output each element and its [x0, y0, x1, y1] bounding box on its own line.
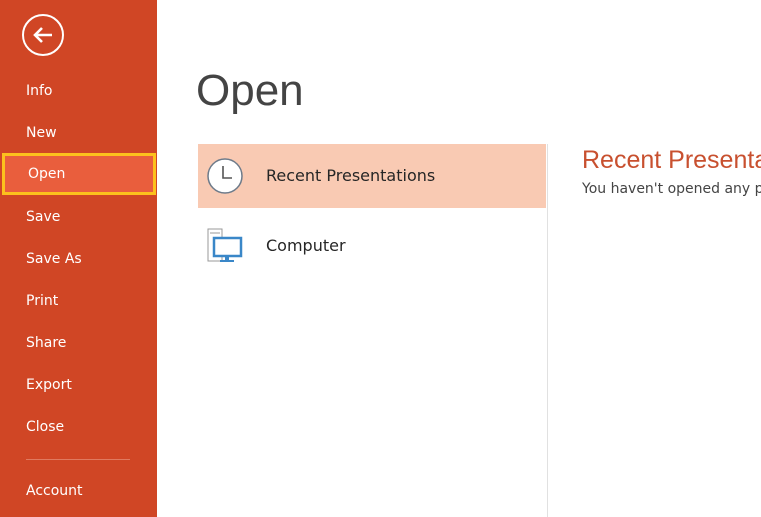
place-label: Computer — [266, 236, 346, 255]
sidebar-divider — [26, 459, 130, 460]
nav-print[interactable]: Print — [0, 280, 157, 322]
clock-icon — [207, 158, 243, 194]
nav-open[interactable]: Open — [2, 153, 156, 195]
nav-new[interactable]: New — [0, 112, 157, 154]
backstage-sidebar: Info New Open Save Save As Print Share E… — [0, 0, 157, 517]
nav-account[interactable]: Account — [0, 470, 157, 512]
back-button[interactable] — [22, 14, 64, 56]
place-recent-presentations[interactable]: Recent Presentations — [198, 144, 546, 208]
panel-heading: Recent Presentations — [582, 146, 761, 174]
page-title: Open — [196, 66, 304, 115]
back-arrow-icon — [33, 27, 52, 43]
nav-close[interactable]: Close — [0, 406, 157, 448]
nav-info[interactable]: Info — [0, 70, 157, 112]
open-places-list: Recent Presentations Computer — [198, 144, 548, 517]
nav-save-as[interactable]: Save As — [0, 238, 157, 280]
computer-icon — [207, 228, 243, 262]
nav-share[interactable]: Share — [0, 322, 157, 364]
nav-save[interactable]: Save — [0, 196, 157, 238]
nav-export[interactable]: Export — [0, 364, 157, 406]
place-computer[interactable]: Computer — [198, 214, 546, 278]
place-label: Recent Presentations — [266, 166, 436, 185]
empty-message: You haven't opened any pre — [582, 181, 761, 197]
recent-presentations-panel: Recent Presentations You haven't opened … — [582, 146, 761, 197]
